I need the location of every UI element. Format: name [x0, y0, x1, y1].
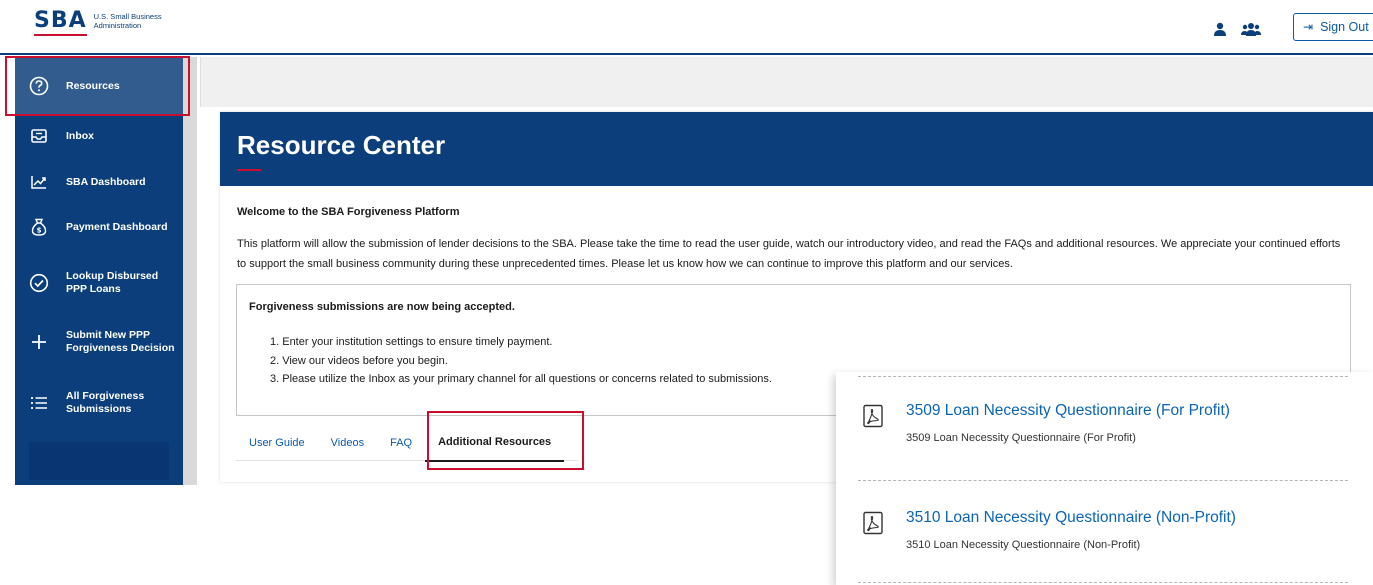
sidebar-item-sba-dashboard[interactable]: SBA Dashboard — [15, 165, 183, 199]
pdf-icon — [862, 511, 884, 540]
tab-user-guide[interactable]: User Guide — [236, 425, 318, 461]
sidebar: Resources Inbox SBA Dashboard $ Payment … — [15, 57, 183, 485]
divider — [858, 582, 1348, 583]
resource-description: 3509 Loan Necessity Questionnaire (For P… — [906, 432, 1136, 444]
logo-line-1: U.S. Small Business — [93, 11, 162, 21]
divider — [858, 376, 1348, 377]
notice-list: 1. Enter your institution settings to en… — [270, 333, 772, 389]
resource-link[interactable]: 3510 Loan Necessity Questionnaire (Non-P… — [906, 509, 1236, 527]
sign-out-button[interactable]: ⇥ Sign Out — [1293, 13, 1373, 41]
notice-title: Forgiveness submissions are now being ac… — [249, 301, 515, 313]
sign-out-icon: ⇥ — [1303, 20, 1314, 34]
highlight-box-resources — [5, 56, 190, 116]
sidebar-item-label: Inbox — [66, 129, 94, 142]
highlight-box-additional-resources — [427, 411, 584, 470]
tab-videos[interactable]: Videos — [318, 425, 377, 461]
list-item: 1. Enter your institution settings to en… — [270, 336, 553, 348]
list-icon — [29, 393, 49, 413]
sidebar-item-payment-dashboard[interactable]: $ Payment Dashboard — [15, 210, 183, 244]
title-underline — [237, 169, 261, 171]
sidebar-item-label: SBA Dashboard — [66, 175, 146, 188]
logo-line-2: Administration — [93, 20, 142, 30]
user-icon[interactable] — [1213, 22, 1227, 41]
page-title: Resource Center — [237, 130, 446, 160]
svg-text:$: $ — [37, 227, 42, 235]
additional-resources-panel: 3509 Loan Necessity Questionnaire (For P… — [836, 372, 1373, 585]
sidebar-item-label: All Forgiveness Submissions — [66, 390, 145, 415]
list-item: 2. View our videos before you begin. — [270, 354, 448, 367]
page-banner: Resource Center — [220, 112, 1373, 186]
list-item: 3. Please utilize the Inbox as your prim… — [270, 373, 772, 385]
pdf-icon — [862, 404, 884, 433]
money-bag-icon: $ — [29, 217, 49, 237]
logo-mark: SBA — [34, 8, 87, 36]
plus-icon — [29, 332, 49, 352]
sidebar-item-label: Submit New PPP Forgiveness Decision — [66, 329, 175, 354]
sba-logo[interactable]: SBA U.S. Small Business Administration — [34, 8, 184, 36]
chart-trend-icon — [29, 172, 49, 192]
sidebar-item-all-submissions[interactable]: All Forgiveness Submissions — [15, 383, 183, 423]
resource-description: 3510 Loan Necessity Questionnaire (Non-P… — [906, 539, 1141, 551]
main-top-strip — [200, 57, 1373, 107]
sidebar-scrollbar[interactable] — [183, 57, 197, 485]
welcome-text: This platform will allow the submission … — [237, 238, 1341, 270]
check-circle-icon — [29, 273, 49, 293]
sidebar-placeholder-item — [29, 442, 169, 480]
sidebar-item-submit-new[interactable]: Submit New PPP Forgiveness Decision — [15, 322, 183, 362]
welcome-title: Welcome to the SBA Forgiveness Platform — [237, 206, 460, 218]
sidebar-item-inbox[interactable]: Inbox — [15, 119, 183, 153]
sidebar-item-lookup-disbursed[interactable]: Lookup Disbursed PPP Loans — [15, 263, 183, 303]
inbox-icon — [29, 126, 49, 146]
tab-faq[interactable]: FAQ — [377, 425, 425, 461]
logo-text: U.S. Small Business Administration — [94, 12, 184, 30]
sidebar-item-label: Payment Dashboard — [66, 220, 168, 233]
resource-link[interactable]: 3509 Loan Necessity Questionnaire (For P… — [906, 402, 1230, 420]
sign-out-label: Sign Out — [1320, 20, 1369, 34]
top-header: SBA U.S. Small Business Administration ⇥… — [0, 0, 1373, 55]
sidebar-item-label: Lookup Disbursed PPP Loans — [66, 270, 159, 295]
divider — [858, 480, 1348, 481]
users-icon[interactable] — [1241, 22, 1261, 41]
